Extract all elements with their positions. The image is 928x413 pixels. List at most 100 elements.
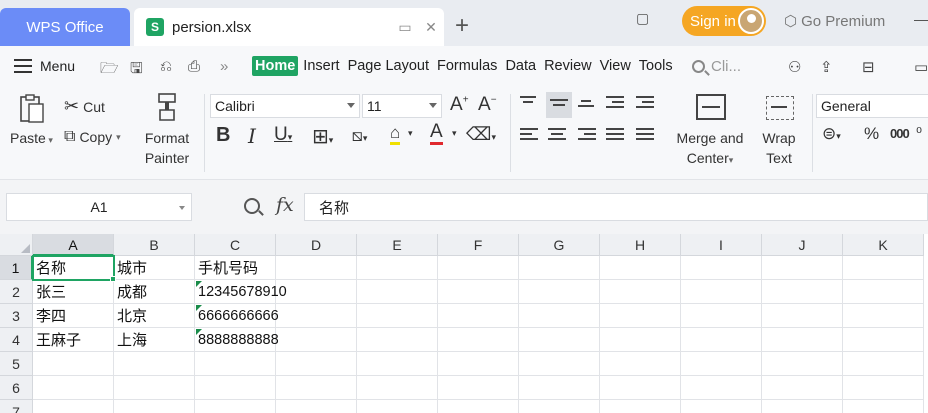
column-header-j[interactable]: J <box>762 234 843 256</box>
row-header-1[interactable]: 1 <box>0 256 33 280</box>
cell-d4[interactable] <box>276 328 357 352</box>
cell-h4[interactable] <box>600 328 681 352</box>
cell-g2[interactable] <box>519 280 600 304</box>
decrease-font-icon[interactable]: A− <box>478 94 497 116</box>
align-center-icon[interactable] <box>548 128 568 144</box>
close-tab-icon[interactable]: ✕ <box>418 19 444 36</box>
menu-button[interactable]: Menu <box>14 58 75 74</box>
distributed-icon[interactable] <box>636 128 656 144</box>
column-header-h[interactable]: H <box>600 234 681 256</box>
name-box[interactable]: A1 <box>6 193 192 221</box>
cell-f5[interactable] <box>438 352 519 376</box>
zoom-search-icon[interactable] <box>244 198 260 214</box>
decrease-indent-icon[interactable] <box>606 96 626 112</box>
cell-h7[interactable] <box>600 400 681 413</box>
column-header-k[interactable]: K <box>843 234 924 256</box>
row-header-4[interactable]: 4 <box>0 328 33 352</box>
italic-icon[interactable]: I <box>248 124 256 148</box>
fx-icon[interactable]: fx <box>276 194 294 216</box>
row-header-2[interactable]: 2 <box>0 280 33 304</box>
merge-and-center-button[interactable]: Merge and Center▾ <box>668 128 752 170</box>
tab-home[interactable]: Home <box>252 56 299 76</box>
cell-b7[interactable] <box>114 400 195 413</box>
cell-k4[interactable] <box>843 328 924 352</box>
cell-a4[interactable]: 王麻子 <box>33 328 114 352</box>
cell-a6[interactable] <box>33 376 114 400</box>
column-header-b[interactable]: B <box>114 234 195 256</box>
font-color-dropdown-icon[interactable]: ▾ <box>452 128 457 139</box>
wrap-text-icon[interactable] <box>766 96 794 120</box>
wrap-text-button[interactable]: Wrap Text <box>754 128 804 168</box>
font-size-select[interactable]: 11 <box>362 94 442 118</box>
print-icon[interactable]: ⎙ <box>188 58 200 75</box>
cell-i4[interactable] <box>681 328 762 352</box>
cell-c3[interactable]: 6666666666 <box>195 304 279 328</box>
eraser-icon[interactable]: ⌫▾ <box>466 124 496 145</box>
column-header-g[interactable]: G <box>519 234 600 256</box>
cell-f7[interactable] <box>438 400 519 413</box>
share-icon[interactable]: ⇪ <box>820 58 833 76</box>
borders-icon[interactable]: ⊞▾ <box>312 124 333 149</box>
cell-i2[interactable] <box>681 280 762 304</box>
cell-j1[interactable] <box>762 256 843 280</box>
cell-b2[interactable]: 成都 <box>114 280 195 304</box>
cell-a5[interactable] <box>33 352 114 376</box>
row-header-7[interactable]: 7 <box>0 400 33 413</box>
cell-h2[interactable] <box>600 280 681 304</box>
currency-icon[interactable]: ⊜▾ <box>822 124 841 144</box>
cell-g7[interactable] <box>519 400 600 413</box>
format-painter-button[interactable]: Format Painter <box>140 128 194 168</box>
cell-i5[interactable] <box>681 352 762 376</box>
cell-j3[interactable] <box>762 304 843 328</box>
comment-icon[interactable]: ▭ <box>914 58 928 76</box>
cell-a1[interactable]: 名称 <box>32 255 115 281</box>
tab-page-layout[interactable]: Page Layout <box>345 56 432 76</box>
cell-k5[interactable] <box>843 352 924 376</box>
format-painter-small-icon[interactable]: ⎌ <box>160 58 172 75</box>
cell-k3[interactable] <box>843 304 924 328</box>
column-header-d[interactable]: D <box>276 234 357 256</box>
column-header-i[interactable]: I <box>681 234 762 256</box>
cell-h5[interactable] <box>600 352 681 376</box>
cell-f6[interactable] <box>438 376 519 400</box>
cell-a7[interactable] <box>33 400 114 413</box>
cell-fill-icon[interactable]: ⧅▾ <box>352 126 367 146</box>
cell-e6[interactable] <box>357 376 438 400</box>
new-tab-icon[interactable]: + <box>455 12 469 40</box>
cell-f4[interactable] <box>438 328 519 352</box>
window-count-icon[interactable]: ▢ <box>636 10 649 27</box>
column-header-f[interactable]: F <box>438 234 519 256</box>
cell-k7[interactable] <box>843 400 924 413</box>
cell-g6[interactable] <box>519 376 600 400</box>
comma-style-icon[interactable]: 000 <box>890 126 910 141</box>
row-header-5[interactable]: 5 <box>0 352 33 376</box>
column-header-e[interactable]: E <box>357 234 438 256</box>
paste-button[interactable]: Paste ▾ <box>10 130 53 146</box>
cell-b4[interactable]: 上海 <box>114 328 195 352</box>
cell-e7[interactable] <box>357 400 438 413</box>
justify-icon[interactable] <box>606 128 626 144</box>
cell-e5[interactable] <box>357 352 438 376</box>
cell-c6[interactable] <box>195 376 276 400</box>
row-header-6[interactable]: 6 <box>0 376 33 400</box>
sign-in-button[interactable]: Sign in <box>682 6 766 36</box>
cell-d2[interactable] <box>276 280 357 304</box>
cell-i6[interactable] <box>681 376 762 400</box>
increase-font-icon[interactable]: A+ <box>450 94 469 116</box>
decimal-icon[interactable]: ⁰ <box>916 124 922 142</box>
cut-button[interactable]: ✂ Cut <box>64 96 105 117</box>
cell-g5[interactable] <box>519 352 600 376</box>
column-header-a[interactable]: A <box>33 234 114 256</box>
copy-button[interactable]: ⧉ Copy ▾ <box>64 128 121 146</box>
number-format-select[interactable]: General <box>816 94 928 118</box>
cell-e3[interactable] <box>357 304 438 328</box>
cell-c7[interactable] <box>195 400 276 413</box>
fill-color-dropdown-icon[interactable]: ▾ <box>408 128 413 139</box>
minimize-icon[interactable] <box>914 20 928 21</box>
paintbrush-icon[interactable] <box>154 92 180 124</box>
select-all-corner[interactable] <box>0 234 33 256</box>
align-left-icon[interactable] <box>520 128 540 144</box>
cell-g3[interactable] <box>519 304 600 328</box>
cell-d7[interactable] <box>276 400 357 413</box>
cell-a3[interactable]: 李四 <box>33 304 114 328</box>
